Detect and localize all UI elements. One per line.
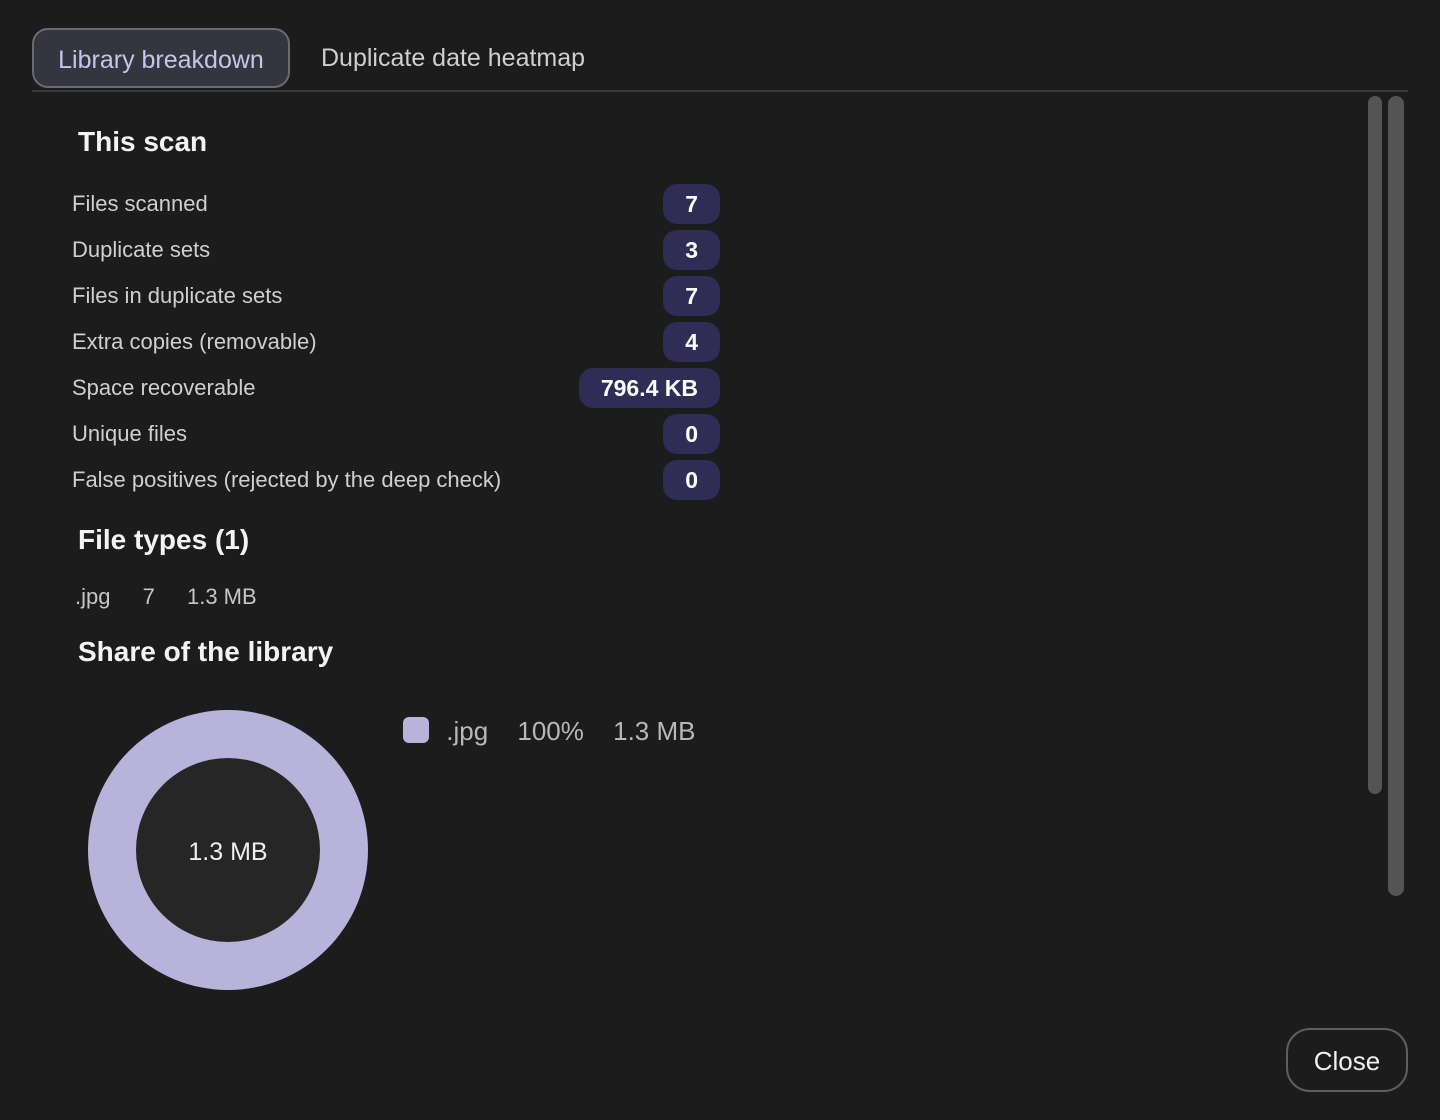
tab-bar: Library breakdown Duplicate date heatmap (32, 28, 1408, 92)
stat-label: Space recoverable (72, 375, 256, 400)
stat-row-space-recoverable: Space recoverable 796.4 KB (72, 368, 720, 408)
close-button[interactable]: Close (1286, 1028, 1408, 1092)
stat-label: False positives (rejected by the deep ch… (72, 467, 502, 492)
tab-duplicate-date-heatmap[interactable]: Duplicate date heatmap (321, 28, 585, 88)
inner-scrollbar[interactable] (1368, 96, 1382, 794)
stat-row-files-in-duplicate-sets: Files in duplicate sets 7 (72, 276, 720, 316)
file-type-ext: .jpg (75, 584, 111, 609)
stat-value-badge: 4 (663, 322, 720, 362)
this-scan-heading: This scan (78, 126, 208, 157)
stat-value-badge: 0 (663, 460, 720, 500)
stat-value-badge: 7 (663, 184, 720, 224)
file-types-heading: File types (1) (78, 524, 250, 555)
share-legend: .jpg 100% 1.3 MB (403, 716, 718, 747)
share-heading: Share of the library (78, 636, 334, 667)
legend-size: 1.3 MB (613, 716, 696, 746)
stat-label: Extra copies (removable) (72, 329, 317, 354)
file-type-size: 1.3 MB (186, 584, 257, 609)
stat-value-badge: 0 (663, 414, 720, 454)
stat-label: Unique files (72, 421, 187, 446)
donut-center-label: 1.3 MB (188, 838, 267, 866)
stat-row-files-scanned: Files scanned 7 (72, 184, 720, 224)
stat-row-duplicate-sets: Duplicate sets 3 (72, 230, 720, 270)
stat-value-badge: 7 (663, 276, 720, 316)
stat-label: Files in duplicate sets (72, 283, 283, 308)
stat-label: Files scanned (72, 191, 208, 216)
file-type-row: .jpg 7 1.3 MB (75, 584, 283, 610)
legend-ext: .jpg (446, 716, 489, 746)
stat-row-false-positives: False positives (rejected by the deep ch… (72, 460, 720, 500)
stat-label: Duplicate sets (72, 237, 211, 262)
outer-scrollbar[interactable] (1388, 96, 1404, 896)
legend-swatch-jpg (403, 717, 429, 743)
stat-row-unique-files: Unique files 0 (72, 414, 720, 454)
share-donut-chart: 1.3 MB (88, 710, 368, 990)
stat-row-extra-copies: Extra copies (removable) 4 (72, 322, 720, 362)
file-type-count: 7 (142, 584, 155, 609)
breakdown-panel: This scan Files scanned 7 Duplicate sets… (32, 92, 1362, 1012)
tab-library-breakdown[interactable]: Library breakdown (32, 28, 290, 88)
stat-value-badge: 3 (663, 230, 720, 270)
legend-percent: 100% (517, 716, 584, 746)
stat-value-badge: 796.4 KB (578, 368, 720, 408)
